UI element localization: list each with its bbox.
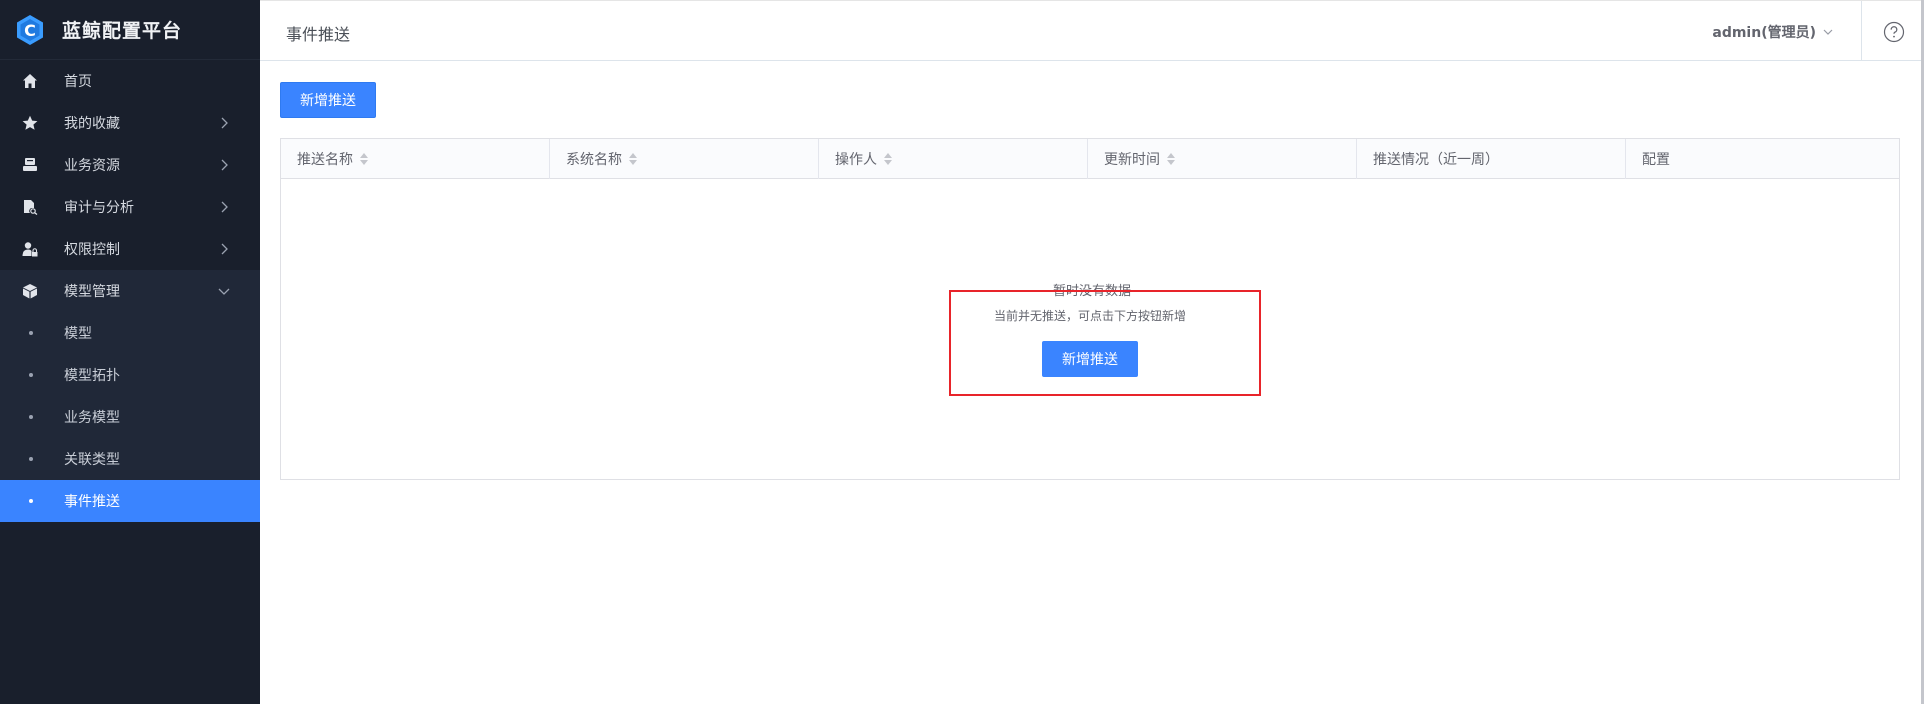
column-label: 推送名称 [297,152,353,168]
bullet-icon [29,331,33,335]
logo-icon: C [14,14,46,46]
sidebar-subitem-business-model[interactable]: 业务模型 [0,396,260,438]
header: 事件推送 admin(管理员) [260,0,1924,61]
column-header-operator[interactable]: 操作人 [819,139,1088,179]
push-table: 推送名称 系统名称 操作人 更新时间 推送情况（近一周） 配置 暂时没有数据 当… [280,138,1900,480]
column-label: 配置 [1642,152,1670,168]
sidebar-item-label: 审计与分析 [64,200,134,216]
column-label: 操作人 [835,152,877,168]
sidebar-item-business-resources[interactable]: 业务资源 [0,144,260,186]
column-label: 系统名称 [566,152,622,168]
sidebar-item-label: 模型 [64,326,92,342]
home-icon [21,72,39,90]
sidebar-item-favorites[interactable]: 我的收藏 [0,102,260,144]
audit-icon [21,198,39,216]
add-push-button[interactable]: 新增推送 [280,82,376,118]
column-label: 更新时间 [1104,152,1160,168]
column-header-system-name[interactable]: 系统名称 [550,139,819,179]
chevron-right-icon [221,117,228,129]
chevron-right-icon [221,243,228,255]
sidebar-item-label: 模型拓扑 [64,368,120,384]
sidebar-item-label: 首页 [64,74,92,90]
sidebar: C 蓝鲸配置平台 首页 我的收藏 业务资源 审计与分析 权限控制 模型管理 模型… [0,0,260,704]
bullet-icon [29,457,33,461]
sort-icon[interactable] [629,153,637,165]
sidebar-item-label: 权限控制 [64,242,120,258]
sidebar-subitem-association-type[interactable]: 关联类型 [0,438,260,480]
user-lock-icon [21,240,39,258]
sidebar-item-model-management[interactable]: 模型管理 [0,270,260,312]
column-label: 推送情况（近一周） [1373,152,1499,168]
column-header-update-time[interactable]: 更新时间 [1088,139,1357,179]
sidebar-item-label: 我的收藏 [64,116,120,132]
sort-icon[interactable] [1167,153,1175,165]
sidebar-item-home[interactable]: 首页 [0,60,260,102]
main-content: 新增推送 推送名称 系统名称 操作人 更新时间 推送情况（近一周） 配置 暂时没… [260,61,1921,704]
sidebar-item-label: 业务模型 [64,410,120,426]
sidebar-item-permissions[interactable]: 权限控制 [0,228,260,270]
column-header-push-name[interactable]: 推送名称 [281,139,550,179]
star-icon [21,114,39,132]
divider [1861,1,1862,61]
chevron-down-icon [1823,29,1833,35]
user-menu[interactable]: admin(管理员) [1712,22,1834,42]
svg-text:C: C [24,21,36,40]
bullet-icon [29,499,33,503]
empty-add-push-button[interactable]: 新增推送 [1042,341,1138,377]
page-title: 事件推送 [286,25,351,44]
sidebar-item-label: 事件推送 [64,494,120,510]
sidebar-subitem-event-push[interactable]: 事件推送 [0,480,260,522]
chevron-right-icon [221,201,228,213]
sidebar-item-label: 关联类型 [64,452,120,468]
table-header: 推送名称 系统名称 操作人 更新时间 推送情况（近一周） 配置 [281,139,1899,179]
empty-state: 暂时没有数据 当前并无推送，可点击下方按钮新增 新增推送 [281,179,1899,479]
help-icon[interactable] [1883,21,1905,43]
app-title: 蓝鲸配置平台 [62,20,183,42]
column-header-config: 配置 [1626,139,1899,179]
column-header-push-status: 推送情况（近一周） [1357,139,1626,179]
chevron-down-icon [218,288,230,295]
resource-icon [21,156,39,174]
bullet-icon [29,373,33,377]
empty-description: 当前并无推送，可点击下方按钮新增 [993,309,1186,323]
user-name: admin(管理员) [1712,25,1816,41]
model-management-group: 模型管理 模型 模型拓扑 业务模型 关联类型 事件推送 [0,270,260,522]
sort-icon[interactable] [360,153,368,165]
sidebar-subitem-model-topology[interactable]: 模型拓扑 [0,354,260,396]
sidebar-subitem-model[interactable]: 模型 [0,312,260,354]
app-logo[interactable]: C 蓝鲸配置平台 [0,0,260,60]
bullet-icon [29,415,33,419]
empty-title: 暂时没有数据 [1052,284,1131,299]
cube-icon [21,282,39,300]
sort-icon[interactable] [884,153,892,165]
sidebar-item-audit[interactable]: 审计与分析 [0,186,260,228]
chevron-right-icon [221,159,228,171]
sidebar-item-label: 业务资源 [64,158,120,174]
sidebar-item-label: 模型管理 [64,284,120,300]
